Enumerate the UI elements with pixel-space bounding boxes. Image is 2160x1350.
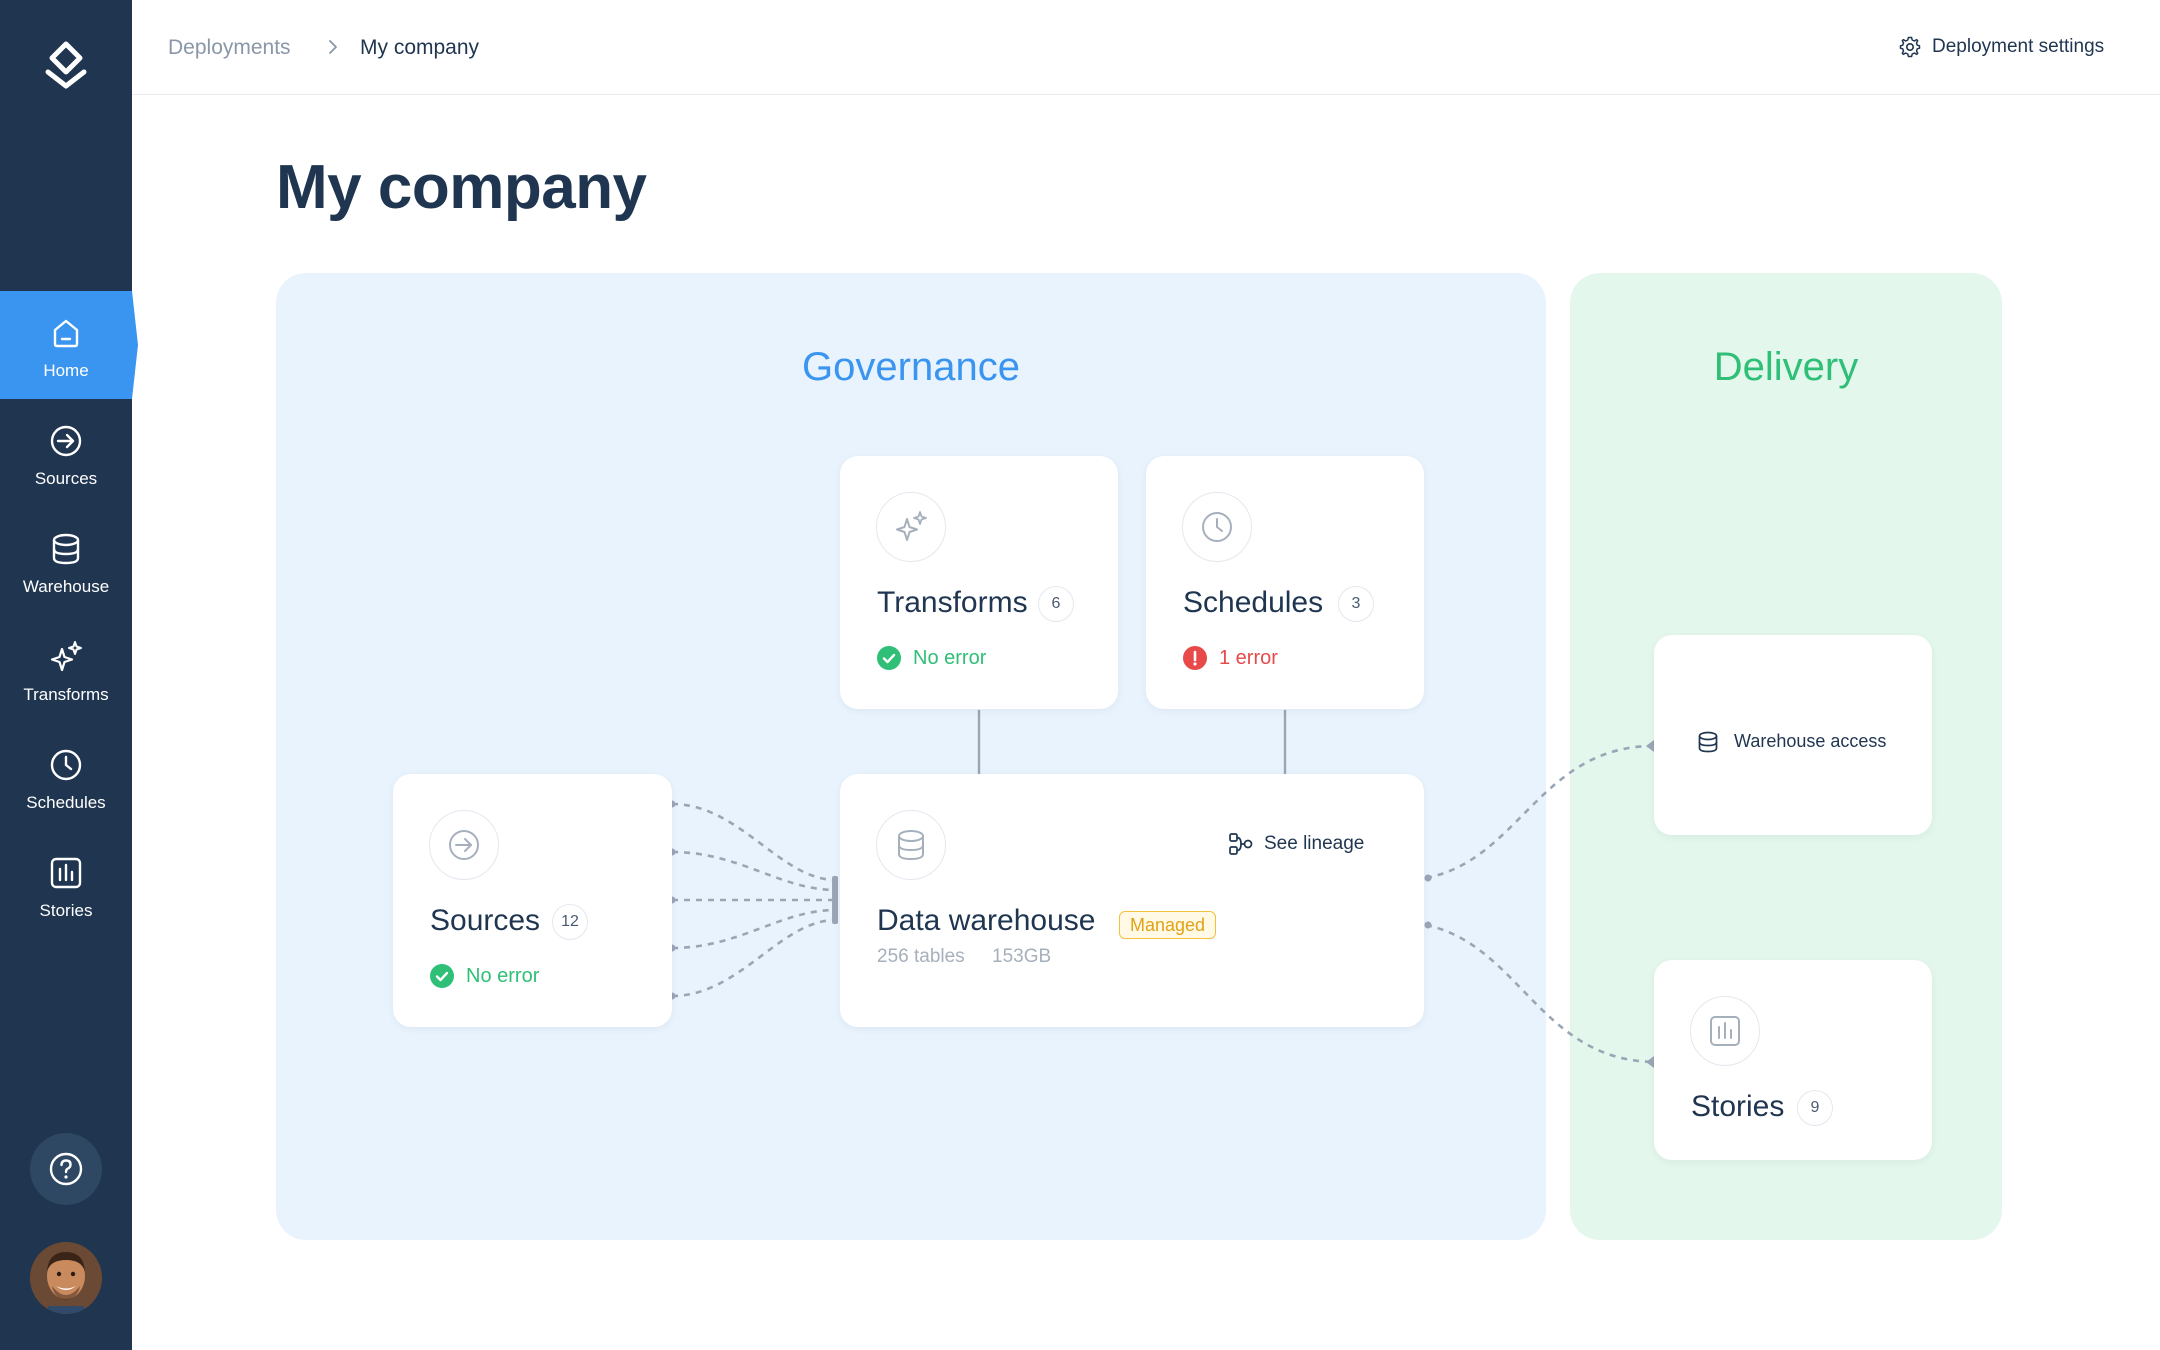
gear-icon: [1899, 36, 1921, 58]
check-circle-icon: [877, 646, 901, 670]
data-warehouse-title: Data warehouse: [877, 904, 1096, 937]
sidebar-item-sources[interactable]: Sources: [0, 399, 132, 507]
sidebar-item-label: Sources: [34, 469, 98, 488]
transforms-icon-circle: [876, 492, 946, 562]
chevron-right-icon: [329, 40, 337, 54]
top-bar: Deployments My company Deployment settin…: [132, 0, 2160, 95]
data-warehouse-card[interactable]: See lineage Data warehouse Managed 256 t…: [840, 774, 1424, 1027]
schedules-card[interactable]: Schedules 3 1 error: [1146, 456, 1424, 709]
breadcrumb-current: My company: [360, 36, 480, 59]
sources-title: Sources: [430, 904, 541, 937]
stories-title: Stories: [1691, 1090, 1785, 1123]
stories-icon-circle: [1690, 996, 1760, 1066]
database-icon: [52, 533, 80, 565]
breadcrumb-deployments[interactable]: Deployments: [168, 36, 291, 60]
stories-count-badge: 9: [1797, 1090, 1833, 1126]
delivery-title: Delivery: [1713, 345, 1859, 389]
transforms-count-badge: 6: [1038, 586, 1074, 622]
sources-count-badge: 12: [552, 904, 588, 940]
bar-chart-icon: [1710, 1016, 1740, 1046]
warehouse-access-item: Warehouse access: [1696, 729, 1906, 755]
sparkles-icon: [50, 641, 82, 672]
page-title: My company: [276, 153, 647, 222]
schedules-status-text: 1 error: [1219, 647, 1278, 669]
warehouse-access-card[interactable]: Warehouse access: [1654, 635, 1932, 835]
transforms-status: No error: [877, 646, 1037, 672]
schedules-status: 1 error: [1183, 646, 1343, 672]
sources-card[interactable]: Sources 12 No error: [393, 774, 672, 1027]
sidebar-item-label: Home: [43, 361, 89, 380]
sources-icon: [50, 425, 82, 457]
user-avatar[interactable]: [30, 1242, 102, 1314]
schedules-count-badge: 3: [1338, 586, 1374, 622]
sidebar-item-label: Transforms: [23, 685, 109, 704]
logo-icon[interactable]: [36, 36, 96, 96]
warehouse-size: 153GB: [992, 946, 1052, 967]
transforms-title: Transforms: [877, 586, 1028, 619]
bar-chart-icon: [50, 857, 82, 889]
warehouse-access-label: Warehouse access: [1734, 731, 1887, 751]
deployment-settings-button[interactable]: Deployment settings: [1898, 34, 2134, 60]
sidebar-item-transforms[interactable]: Transforms: [0, 615, 132, 723]
sidebar-item-label: Stories: [39, 901, 93, 920]
sparkles-icon: [896, 511, 927, 541]
deployment-settings-label: Deployment settings: [1932, 36, 2105, 57]
sidebar-item-schedules[interactable]: Schedules: [0, 723, 132, 831]
schedules-title: Schedules: [1183, 586, 1324, 619]
sidebar: Home Sources Warehouse Transforms Schedu…: [0, 0, 138, 1350]
warehouse-tables-count: 256 tables: [877, 946, 965, 967]
database-icon: [898, 830, 924, 861]
sidebar-item-label: Schedules: [26, 793, 106, 812]
schedules-icon-circle: [1182, 492, 1252, 562]
see-lineage-label: See lineage: [1264, 833, 1365, 854]
database-icon: [1698, 731, 1718, 753]
stories-card[interactable]: Stories 9: [1654, 960, 1932, 1160]
check-circle-icon: [430, 964, 454, 988]
home-icon: [53, 319, 79, 348]
sources-status-text: No error: [466, 965, 540, 987]
governance-title: Governance: [802, 345, 1020, 389]
managed-badge: Managed: [1119, 911, 1217, 939]
error-icon: [1183, 646, 1207, 670]
warehouse-icon-circle: [876, 810, 946, 880]
sources-status: No error: [430, 964, 590, 990]
sources-icon-circle: [429, 810, 499, 880]
sidebar-item-home[interactable]: Home: [0, 291, 138, 399]
transforms-card[interactable]: Transforms 6 No error: [840, 456, 1118, 709]
clock-icon: [1202, 512, 1232, 542]
sources-icon: [449, 830, 479, 860]
help-button[interactable]: [30, 1133, 102, 1205]
see-lineage-button[interactable]: See lineage: [1228, 831, 1398, 857]
sidebar-item-stories[interactable]: Stories: [0, 831, 132, 939]
lineage-icon: [1229, 833, 1253, 855]
help-icon: [49, 1152, 83, 1186]
clock-icon: [50, 749, 82, 781]
sidebar-item-label: Warehouse: [22, 577, 110, 596]
transforms-status-text: No error: [913, 647, 987, 669]
sidebar-item-warehouse[interactable]: Warehouse: [0, 507, 132, 615]
governance-panel: Governance: [276, 273, 1546, 1240]
